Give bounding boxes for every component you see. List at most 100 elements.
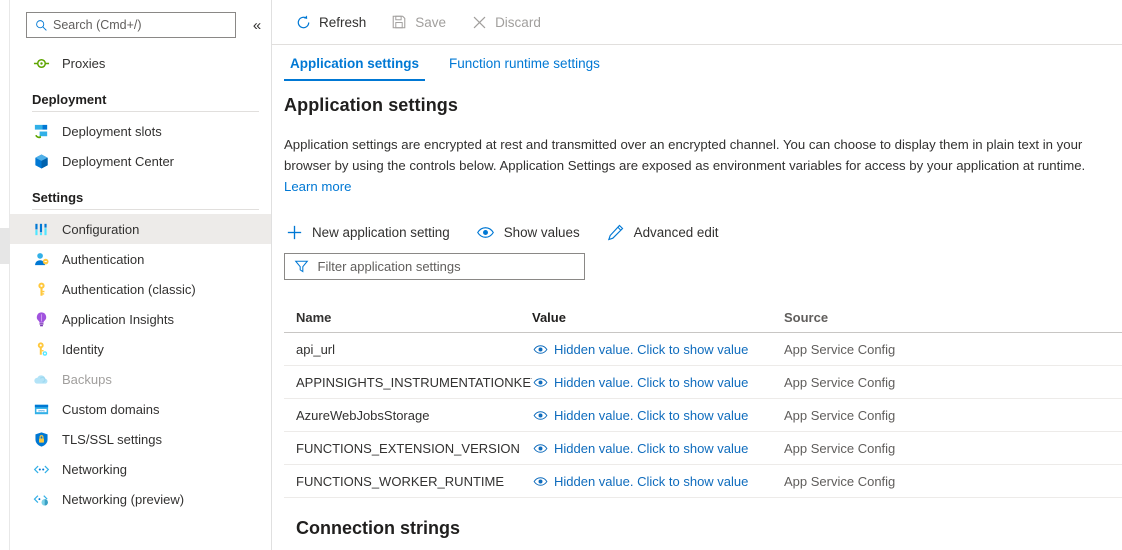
save-label: Save: [415, 14, 447, 30]
sidebar-item-authentication[interactable]: Authentication: [10, 244, 271, 274]
sidebar-item-networking[interactable]: Networking: [10, 454, 271, 484]
pencil-icon: [606, 222, 626, 242]
table-row[interactable]: api_url Hidden value. Click to show valu…: [284, 333, 1122, 365]
column-header-deployment-slot-setting[interactable]: Deploymen: [980, 310, 1122, 325]
deployment-center-icon: [32, 152, 50, 170]
table-row[interactable]: FUNCTIONS_EXTENSION_VERSION Hidden value…: [284, 432, 1122, 464]
plus-icon: [284, 222, 304, 242]
sidebar-item-label: Authentication: [62, 251, 145, 267]
eye-icon: [532, 407, 548, 423]
filter-input[interactable]: [315, 258, 576, 275]
sidebar-item-label: Custom domains: [62, 401, 160, 417]
networking-preview-icon: [32, 490, 50, 508]
cell-value: Hidden value. Click to show value: [532, 440, 784, 456]
sidebar-item-label: Deployment slots: [62, 123, 162, 139]
eye-icon: [532, 473, 548, 489]
sidebar-item-label: Identity: [62, 341, 104, 357]
section-description: Application settings are encrypted at re…: [284, 134, 1096, 197]
search-box[interactable]: [26, 12, 236, 38]
cell-value: Hidden value. Click to show value: [532, 473, 784, 489]
hidden-value-link[interactable]: Hidden value. Click to show value: [532, 440, 748, 456]
tab-label: Function runtime settings: [449, 55, 600, 71]
sidebar-item-proxies[interactable]: Proxies: [10, 48, 271, 78]
table-row[interactable]: AzureWebJobsStorage Hidden value. Click …: [284, 399, 1122, 431]
hidden-value-link[interactable]: Hidden value. Click to show value: [532, 374, 748, 390]
sidebar-item-deployment-slots[interactable]: Deployment slots: [10, 116, 271, 146]
search-input[interactable]: [49, 17, 229, 33]
sidebar-item-identity[interactable]: Identity: [10, 334, 271, 364]
sidebar-search-row: «: [10, 0, 271, 48]
cell-source: App Service Config: [784, 473, 896, 489]
svg-text:www: www: [38, 408, 45, 412]
new-application-setting-button[interactable]: New application setting: [284, 217, 460, 247]
filter-icon: [293, 258, 310, 276]
column-header-name[interactable]: Name: [284, 310, 532, 325]
show-values-button[interactable]: Show values: [476, 217, 590, 247]
cell-value: Hidden value. Click to show value: [532, 341, 784, 357]
sidebar-item-deployment-center[interactable]: Deployment Center: [10, 146, 271, 176]
action-label: New application setting: [312, 224, 450, 240]
cell-name: FUNCTIONS_EXTENSION_VERSION: [296, 440, 520, 456]
resource-menu-sidebar: « Proxies Deployment: [10, 0, 272, 550]
search-icon: [33, 19, 49, 32]
filter-box[interactable]: [284, 253, 585, 280]
tab-application-settings[interactable]: Application settings: [284, 45, 426, 81]
save-icon: [390, 13, 408, 31]
column-header-value[interactable]: Value: [532, 310, 784, 325]
table-row[interactable]: FUNCTIONS_WORKER_RUNTIME Hidden value. C…: [284, 465, 1122, 497]
sidebar-group-settings: Settings: [32, 190, 84, 205]
sidebar-item-backups[interactable]: Backups: [10, 364, 271, 394]
application-insights-icon: [32, 310, 50, 328]
description-text: Application settings are encrypted at re…: [284, 137, 1086, 173]
sidebar-item-configuration[interactable]: Configuration: [10, 214, 271, 244]
collapse-sidebar-button[interactable]: «: [246, 14, 268, 36]
main-content: Refresh Save Discard Application setting…: [272, 0, 1122, 550]
tab-label: Application settings: [290, 55, 420, 71]
sidebar-item-application-insights[interactable]: Application Insights: [10, 304, 271, 334]
cell-source: App Service Config: [784, 341, 896, 357]
eye-icon: [532, 341, 548, 357]
hidden-value-link[interactable]: Hidden value. Click to show value: [532, 473, 748, 489]
cell-name: api_url: [296, 341, 336, 357]
action-label: Advanced edit: [633, 224, 719, 240]
tls-ssl-settings-icon: [32, 430, 50, 448]
sidebar-item-label: Application Insights: [62, 311, 175, 327]
sidebar-nav: Proxies Deployment Deployment slots Depl…: [10, 48, 271, 514]
sidebar-item-custom-domains[interactable]: www Custom domains: [10, 394, 271, 424]
cell-source: App Service Config: [784, 407, 896, 423]
sidebar-group-divider: [32, 111, 259, 112]
hidden-value-link[interactable]: Hidden value. Click to show value: [532, 341, 748, 357]
tab-function-runtime-settings[interactable]: Function runtime settings: [443, 45, 606, 81]
sidebar-item-authentication-classic[interactable]: Authentication (classic): [10, 274, 271, 304]
hidden-value-link[interactable]: Hidden value. Click to show value: [532, 407, 748, 423]
cell-name: FUNCTIONS_WORKER_RUNTIME: [296, 473, 505, 489]
settings-action-bar: New application setting Show values Adva…: [284, 217, 1122, 247]
cell-name: AzureWebJobsStorage: [296, 407, 430, 423]
sidebar-group-divider: [32, 209, 259, 210]
sidebar-item-label: Deployment Center: [62, 153, 174, 169]
sidebar-item-networking-preview[interactable]: Networking (preview): [10, 484, 271, 514]
sidebar-group-deployment: Deployment: [32, 92, 107, 107]
previous-blade-edge[interactable]: [0, 0, 10, 550]
table-row[interactable]: APPINSIGHTS_INSTRUMENTATIONKEY Hidden va…: [284, 366, 1122, 398]
cell-source: App Service Config: [784, 374, 896, 390]
sidebar-item-tls-ssl-settings[interactable]: TLS/SSL settings: [10, 424, 271, 454]
cell-value: Hidden value. Click to show value: [532, 407, 784, 423]
eye-icon: [532, 374, 548, 390]
page-title: Application settings: [284, 95, 459, 115]
refresh-button[interactable]: Refresh: [284, 7, 376, 37]
advanced-edit-button[interactable]: Advanced edit: [606, 217, 729, 247]
discard-label: Discard: [495, 14, 541, 30]
learn-more-link[interactable]: Learn more: [284, 179, 351, 194]
save-button[interactable]: Save: [380, 7, 456, 37]
discard-button[interactable]: Discard: [460, 7, 551, 37]
cell-value: Hidden value. Click to show value: [532, 374, 784, 390]
tab-bar: Application settings Function runtime se…: [272, 45, 1122, 81]
hidden-value-label: Hidden value. Click to show value: [554, 374, 749, 390]
column-header-source[interactable]: Source: [784, 310, 980, 325]
networking-icon: [32, 460, 50, 478]
previous-blade-edge-tab: [0, 228, 10, 264]
custom-domains-icon: www: [32, 400, 50, 418]
cell-name: APPINSIGHTS_INSTRUMENTATIONKEY: [296, 374, 532, 390]
hidden-value-label: Hidden value. Click to show value: [554, 473, 749, 489]
